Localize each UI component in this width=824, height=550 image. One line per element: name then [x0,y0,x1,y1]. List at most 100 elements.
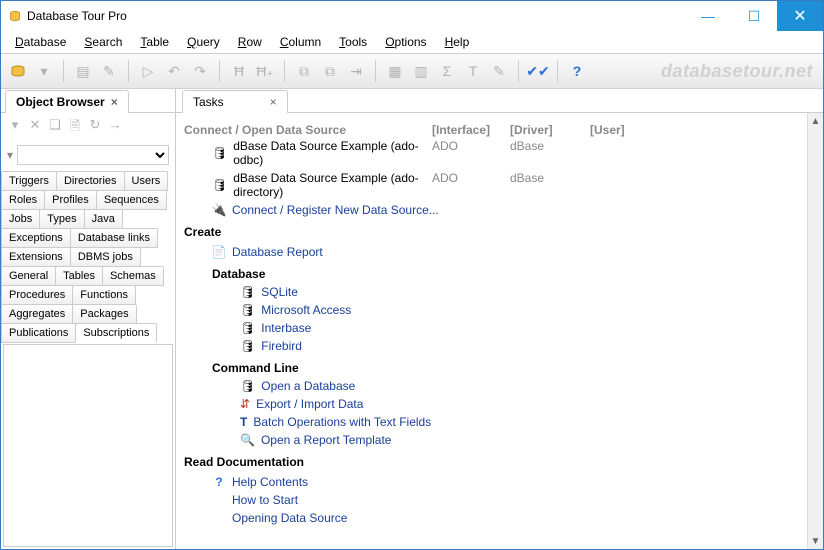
cmd-link[interactable]: Open a Report Template [261,433,392,447]
cmdline-subsection: Command Line [212,361,815,375]
object-tab[interactable]: Functions [72,285,136,305]
menu-table[interactable]: Table [132,33,177,51]
col-interface: [Interface] [432,123,510,137]
object-tab[interactable]: Roles [1,190,45,210]
doc-link[interactable]: How to Start [232,493,298,507]
menu-query[interactable]: Query [179,33,228,51]
iface-value: ADO [432,139,510,167]
database-icon: 🛢 [240,303,255,317]
object-tab[interactable]: Packages [72,304,136,324]
tasks-tab[interactable]: Tasks × [182,90,288,113]
database-icon: 🛢 [240,285,255,299]
menu-tools[interactable]: Tools [331,33,375,51]
menu-database[interactable]: Database [7,33,74,51]
object-tab[interactable]: Extensions [1,247,71,267]
filter-icon[interactable]: ▾ [7,148,13,162]
object-tab[interactable]: Subscriptions [75,323,157,343]
object-tab[interactable]: Profiles [44,190,97,210]
doc-link[interactable]: Help Contents [232,475,308,489]
create-section: Create [184,225,815,239]
doc-link[interactable]: Opening Data Source [232,511,347,525]
db-link[interactable]: Interbase [261,321,311,335]
object-tab[interactable]: Procedures [1,285,73,305]
scroll-up-icon[interactable]: ▲ [808,113,823,129]
close-icon[interactable]: × [270,95,277,109]
close-icon[interactable]: × [111,95,118,109]
cmd-link[interactable]: Export / Import Data [256,397,363,411]
object-tabs: TriggersDirectoriesUsers RolesProfilesSeq… [1,171,175,342]
template-icon: 🔍 [240,433,255,447]
sql-icon[interactable]: ▤ [72,60,94,82]
cmd-link[interactable]: Open a Database [261,379,355,393]
object-tab[interactable]: Exceptions [1,228,71,248]
db-link[interactable]: SQLite [261,285,298,299]
connect-new-link[interactable]: Connect / Register New Data Source... [232,203,439,217]
app-icon [9,10,21,22]
paste-icon[interactable]: ⧉ [319,60,341,82]
edit-icon[interactable]: ✎ [98,60,120,82]
minimize-button[interactable]: — [685,1,731,31]
new-icon[interactable]: ▾ [7,117,23,139]
object-tab[interactable]: Sequences [96,190,167,210]
col-user: [User] [590,123,650,137]
filter-select[interactable] [17,145,169,165]
menu-help[interactable]: Help [437,33,478,51]
datasource-link[interactable]: dBase Data Source Example (ado-directory… [233,171,432,199]
box-icon[interactable]: ❏ [47,117,63,139]
window-title: Database Tour Pro [27,9,127,23]
db-link[interactable]: Microsoft Access [261,303,351,317]
sidebar-toolbar: ▾ ✕ ❏ 🗎 ↻ → [1,113,175,143]
replace-icon[interactable]: Ħ₊ [254,60,276,82]
object-tab[interactable]: Triggers [1,171,57,191]
menu-options[interactable]: Options [377,33,434,51]
redo-icon[interactable]: ↷ [189,60,211,82]
grid-icon[interactable]: ▦ [384,60,406,82]
tasks-body: Connect / Open Data Source [Interface] [… [176,113,823,549]
object-list[interactable] [3,344,173,547]
dropdown-icon[interactable]: ▾ [33,60,55,82]
object-tab[interactable]: DBMS jobs [70,247,141,267]
find-icon[interactable]: Ħ [228,60,250,82]
object-tab[interactable]: Java [84,209,123,229]
help-icon[interactable]: ? [566,60,588,82]
menu-column[interactable]: Column [272,33,329,51]
object-tab[interactable]: Schemas [102,266,164,286]
object-tab[interactable]: Directories [56,171,125,191]
arrow-icon[interactable]: → [107,117,123,139]
watermark: databasetour.net [661,61,813,82]
text-icon[interactable]: T [462,60,484,82]
object-tab[interactable]: Database links [70,228,158,248]
object-tab[interactable]: Jobs [1,209,40,229]
copy-icon[interactable]: ⧉ [293,60,315,82]
delete-icon[interactable]: ✕ [27,117,43,139]
object-tab[interactable]: General [1,266,56,286]
object-tab[interactable]: Publications [1,323,76,343]
datasource-link[interactable]: dBase Data Source Example (ado-odbc) [233,139,432,167]
db-link[interactable]: Firebird [261,339,302,353]
check-icon[interactable]: ✔✔ [527,60,549,82]
help-icon: ? [212,475,226,489]
note-icon[interactable]: ✎ [488,60,510,82]
export-icon[interactable]: ⇥ [345,60,367,82]
object-tab[interactable]: Users [124,171,169,191]
page-icon[interactable]: 🗎 [67,117,83,139]
scrollbar[interactable]: ▲ ▼ [807,113,823,549]
form-icon[interactable]: ▥ [410,60,432,82]
sum-icon[interactable]: Σ [436,60,458,82]
refresh-icon[interactable]: ↻ [87,117,103,139]
sidebar-tab[interactable]: Object Browser × [5,90,129,113]
undo-icon[interactable]: ↶ [163,60,185,82]
cmd-link[interactable]: Batch Operations with Text Fields [253,415,431,429]
object-tab[interactable]: Types [39,209,84,229]
menu-search[interactable]: Search [76,33,130,51]
close-button[interactable]: ✕ [777,1,823,31]
scroll-down-icon[interactable]: ▼ [808,533,823,549]
run-icon[interactable]: ▷ [137,60,159,82]
maximize-button[interactable]: ☐ [731,1,777,31]
db-report-link[interactable]: Database Report [232,245,323,259]
col-driver: [Driver] [510,123,590,137]
object-tab[interactable]: Aggregates [1,304,73,324]
object-tab[interactable]: Tables [55,266,103,286]
menu-row[interactable]: Row [230,33,270,51]
connect-icon[interactable] [7,60,29,82]
